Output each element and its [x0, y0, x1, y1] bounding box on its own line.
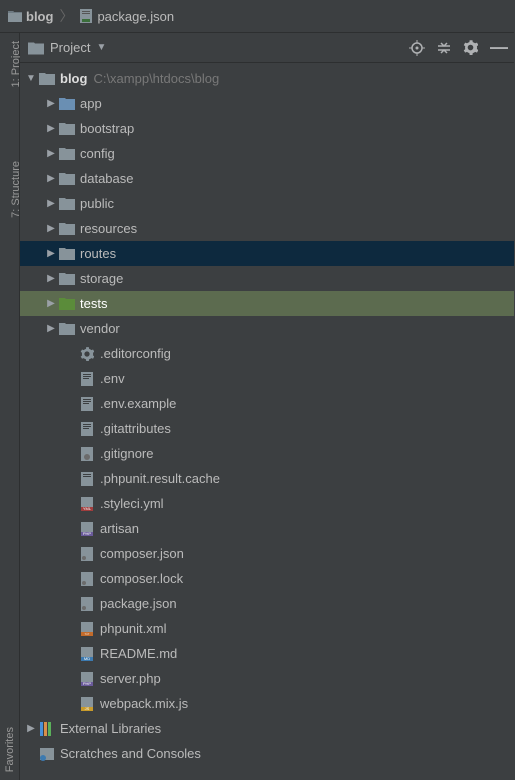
file-readme[interactable]: ▶MDREADME.md — [20, 641, 514, 666]
gear-file-icon — [78, 347, 96, 361]
folder-config[interactable]: ▶config — [20, 141, 514, 166]
chevron-right-icon[interactable]: ▶ — [44, 148, 58, 159]
scratches-label: Scratches and Consoles — [60, 746, 201, 761]
text-file-icon — [78, 472, 96, 486]
file-phpunit-cache[interactable]: ▶.phpunit.result.cache — [20, 466, 514, 491]
gear-icon[interactable] — [463, 40, 478, 55]
file-composer-json[interactable]: ▶composer.json — [20, 541, 514, 566]
folder-icon — [58, 147, 76, 160]
chevron-right-icon[interactable]: ▶ — [44, 123, 58, 134]
project-panel: Project ▼ — ▼ blog C:\xampp\htdocs\blog … — [20, 32, 514, 780]
folder-public[interactable]: ▶public — [20, 191, 514, 216]
folder-bootstrap[interactable]: ▶bootstrap — [20, 116, 514, 141]
file-editorconfig[interactable]: ▶.editorconfig — [20, 341, 514, 366]
yaml-file-icon: YML — [78, 497, 96, 511]
folder-icon — [58, 322, 76, 335]
library-icon — [38, 722, 56, 736]
svg-text:MD: MD — [84, 656, 90, 661]
php-file-icon: PHP — [78, 522, 96, 536]
json-file-icon — [78, 597, 96, 611]
json-file-icon — [78, 572, 96, 586]
svg-text:PHP: PHP — [83, 681, 92, 686]
breadcrumb-file[interactable]: package.json — [79, 9, 174, 24]
file-artisan[interactable]: ▶PHPartisan — [20, 516, 514, 541]
tree-root-label: blog — [60, 71, 87, 86]
tree-root[interactable]: ▼ blog C:\xampp\htdocs\blog — [20, 66, 514, 91]
scratch-icon — [38, 747, 56, 761]
chevron-right-icon[interactable]: ▶ — [44, 223, 58, 234]
external-libraries[interactable]: ▶ External Libraries — [20, 716, 514, 741]
locate-icon[interactable] — [409, 40, 425, 56]
file-gitattributes[interactable]: ▶.gitattributes — [20, 416, 514, 441]
file-package-json[interactable]: ▶package.json — [20, 591, 514, 616]
folder-icon — [38, 72, 56, 85]
chevron-right-icon[interactable]: ▶ — [44, 273, 58, 284]
folder-icon — [8, 10, 22, 22]
git-file-icon — [78, 447, 96, 461]
text-file-icon — [78, 422, 96, 436]
scratches[interactable]: ▶ Scratches and Consoles — [20, 741, 514, 766]
chevron-right-icon[interactable]: ▶ — [24, 723, 38, 734]
breadcrumb-root-label: blog — [26, 9, 53, 24]
folder-icon — [58, 272, 76, 285]
project-icon — [28, 40, 44, 56]
minimize-icon[interactable]: — — [490, 37, 506, 58]
file-env-example[interactable]: ▶.env.example — [20, 391, 514, 416]
folder-tests[interactable]: ▶tests — [20, 291, 514, 316]
breadcrumb-file-label: package.json — [97, 9, 174, 24]
panel-header: Project ▼ — — [20, 33, 514, 63]
folder-icon — [58, 247, 76, 260]
file-env[interactable]: ▶.env — [20, 366, 514, 391]
folder-database[interactable]: ▶database — [20, 166, 514, 191]
svg-text:<>: <> — [85, 631, 90, 636]
folder-resources[interactable]: ▶resources — [20, 216, 514, 241]
project-tree[interactable]: ▼ blog C:\xampp\htdocs\blog ▶app ▶bootst… — [20, 63, 514, 780]
file-styleci[interactable]: ▶YML.styleci.yml — [20, 491, 514, 516]
svg-text:PHP: PHP — [83, 531, 92, 536]
js-file-icon: JS — [78, 697, 96, 711]
chevron-right-icon[interactable]: ▶ — [44, 198, 58, 209]
folder-icon — [58, 97, 76, 110]
breadcrumb-root[interactable]: blog — [8, 9, 53, 24]
external-libraries-label: External Libraries — [60, 721, 161, 736]
file-composer-lock[interactable]: ▶composer.lock — [20, 566, 514, 591]
xml-file-icon: <> — [78, 622, 96, 636]
chevron-right-icon[interactable]: ▶ — [44, 98, 58, 109]
file-gitignore[interactable]: ▶.gitignore — [20, 441, 514, 466]
folder-icon — [58, 172, 76, 185]
folder-storage[interactable]: ▶storage — [20, 266, 514, 291]
chevron-down-icon[interactable]: ▼ — [24, 73, 38, 84]
markdown-file-icon: MD — [78, 647, 96, 661]
project-view-selector[interactable]: Project ▼ — [28, 40, 106, 56]
breadcrumb-separator: 〉 — [59, 6, 73, 26]
file-webpack-mix[interactable]: ▶JSwebpack.mix.js — [20, 691, 514, 716]
folder-icon — [58, 297, 76, 310]
vtab-favorites[interactable]: Favorites — [2, 721, 18, 778]
text-file-icon — [78, 372, 96, 386]
chevron-right-icon[interactable]: ▶ — [44, 298, 58, 309]
panel-title: Project — [50, 40, 90, 55]
file-server-php[interactable]: ▶PHPserver.php — [20, 666, 514, 691]
text-file-icon — [78, 397, 96, 411]
folder-icon — [58, 122, 76, 135]
json-file-icon — [79, 9, 93, 23]
php-file-icon: PHP — [78, 672, 96, 686]
chevron-right-icon[interactable]: ▶ — [44, 323, 58, 334]
folder-app[interactable]: ▶app — [20, 91, 514, 116]
tree-root-path: C:\xampp\htdocs\blog — [93, 71, 219, 86]
breadcrumb: blog 〉 package.json — [0, 0, 515, 32]
file-phpunit-xml[interactable]: ▶<>phpunit.xml — [20, 616, 514, 641]
folder-icon — [58, 197, 76, 210]
folder-vendor[interactable]: ▶vendor — [20, 316, 514, 341]
chevron-down-icon: ▼ — [96, 42, 106, 53]
chevron-right-icon[interactable]: ▶ — [44, 173, 58, 184]
vertical-tool-tabs: ▤1: Project ⛬7: Structure Favorites — [0, 32, 20, 780]
chevron-right-icon[interactable]: ▶ — [44, 248, 58, 259]
svg-text:JS: JS — [85, 706, 90, 711]
folder-icon — [58, 222, 76, 235]
svg-text:YML: YML — [83, 506, 92, 511]
folder-routes[interactable]: ▶routes — [20, 241, 514, 266]
collapse-all-icon[interactable] — [437, 41, 451, 55]
json-file-icon — [78, 547, 96, 561]
